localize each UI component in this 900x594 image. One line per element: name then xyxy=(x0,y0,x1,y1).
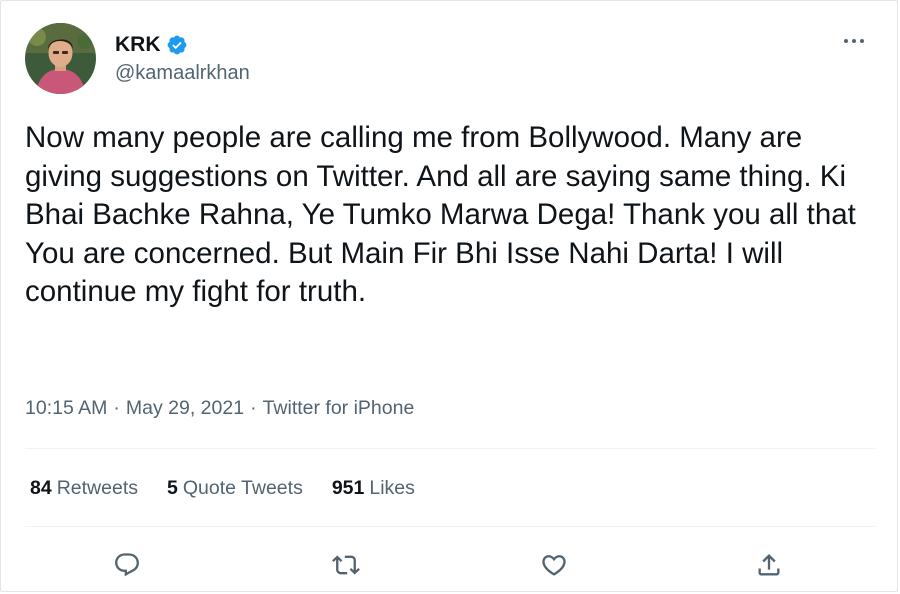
divider xyxy=(25,526,875,527)
tweet-actions xyxy=(1,547,900,583)
reply-bubble-icon xyxy=(115,553,139,577)
meta-separator: · xyxy=(250,397,257,419)
tweet-meta: 10:15 AM · May 29, 2021 · Twitter for iP… xyxy=(25,397,414,420)
divider xyxy=(25,448,875,449)
quote-tweets-count: 5 xyxy=(167,477,178,499)
retweets-label: Retweets xyxy=(56,477,138,499)
verified-badge-icon xyxy=(166,34,188,56)
author-handle[interactable]: @kamaalrkhan xyxy=(115,60,250,86)
quote-tweets-label: Quote Tweets xyxy=(182,477,303,499)
more-options-button[interactable] xyxy=(839,31,869,51)
likes-stat[interactable]: 951 Likes xyxy=(332,477,415,500)
tweet-stats: 84 Retweets 5 Quote Tweets 951 Likes xyxy=(30,477,415,500)
tweet-text: Now many people are calling me from Boll… xyxy=(25,121,856,308)
avatar[interactable] xyxy=(25,23,96,94)
tweet-source[interactable]: Twitter for iPhone xyxy=(263,397,415,420)
quote-tweets-stat[interactable]: 5 Quote Tweets xyxy=(167,477,303,500)
display-name[interactable]: KRK xyxy=(115,32,161,58)
share-upload-icon xyxy=(758,554,780,576)
tweet-card: KRK @kamaalrkhan Now many people are cal… xyxy=(0,0,898,592)
retweet-icon xyxy=(332,555,360,575)
likes-count: 951 xyxy=(331,477,365,499)
author-names: KRK @kamaalrkhan xyxy=(115,32,250,86)
retweet-button[interactable] xyxy=(328,547,364,583)
tweet-header: KRK @kamaalrkhan xyxy=(25,23,250,94)
tweet-time[interactable]: 10:15 AM xyxy=(25,397,107,420)
meta-separator: · xyxy=(113,397,120,419)
display-name-row[interactable]: KRK xyxy=(115,32,250,58)
like-button[interactable] xyxy=(536,547,572,583)
likes-label: Likes xyxy=(369,477,415,499)
avatar-image xyxy=(25,23,96,94)
tweet-date[interactable]: May 29, 2021 xyxy=(126,397,244,420)
heart-icon xyxy=(542,555,566,576)
share-button[interactable] xyxy=(751,547,787,583)
more-horizontal-icon xyxy=(844,39,864,43)
retweets-count: 84 xyxy=(30,477,52,499)
retweets-stat[interactable]: 84 Retweets xyxy=(30,477,138,500)
reply-button[interactable] xyxy=(109,547,145,583)
